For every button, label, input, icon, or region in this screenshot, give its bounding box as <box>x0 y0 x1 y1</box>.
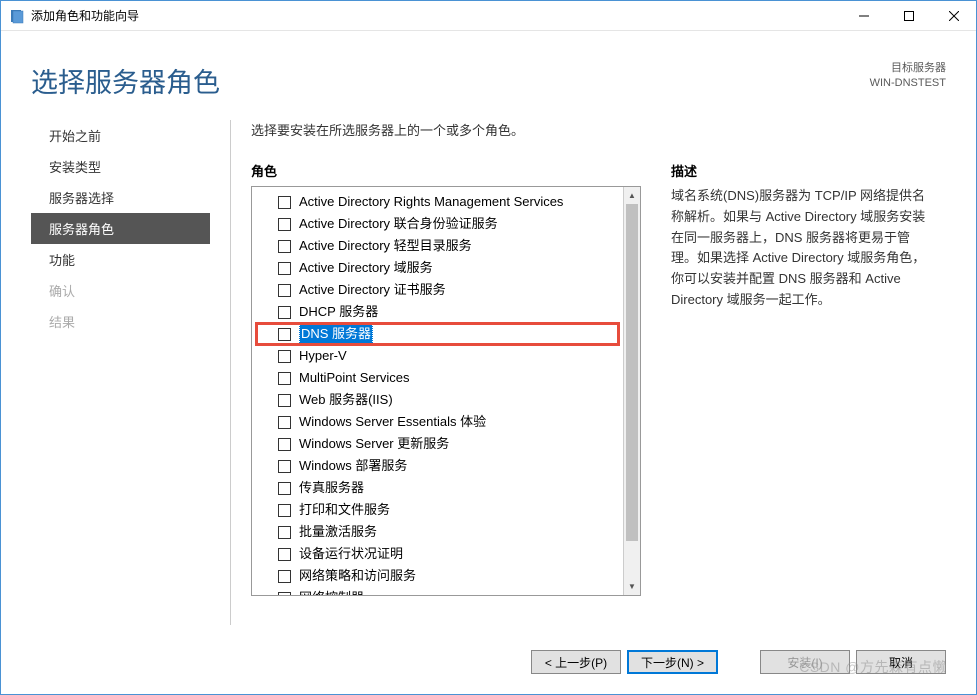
role-checkbox[interactable] <box>278 350 291 363</box>
role-checkbox[interactable] <box>278 592 291 596</box>
role-item-13[interactable]: 传真服务器 <box>256 477 619 499</box>
role-checkbox[interactable] <box>278 570 291 583</box>
role-label: DHCP 服务器 <box>299 302 378 322</box>
role-checkbox[interactable] <box>278 526 291 539</box>
window-controls <box>841 1 976 30</box>
role-item-12[interactable]: Windows 部署服务 <box>256 455 619 477</box>
role-checkbox[interactable] <box>278 482 291 495</box>
role-item-3[interactable]: Active Directory 域服务 <box>256 257 619 279</box>
sidebar-item-1[interactable]: 安装类型 <box>31 151 210 182</box>
role-item-9[interactable]: Web 服务器(IIS) <box>256 389 619 411</box>
role-checkbox[interactable] <box>278 240 291 253</box>
role-checkbox[interactable] <box>278 284 291 297</box>
minimize-button[interactable] <box>841 1 886 30</box>
titlebar: 添加角色和功能向导 <box>1 1 976 31</box>
app-icon <box>9 8 25 24</box>
target-label: 目标服务器 <box>870 61 946 76</box>
role-label: Windows 部署服务 <box>299 456 407 476</box>
description-panel: 描述 域名系统(DNS)服务器为 TCP/IP 网络提供名称解析。如果与 Act… <box>641 161 926 625</box>
role-label: 传真服务器 <box>299 478 364 498</box>
role-item-5[interactable]: DHCP 服务器 <box>256 301 619 323</box>
window-title: 添加角色和功能向导 <box>31 7 841 24</box>
content-area: 选择服务器角色 目标服务器 WIN-DNSTEST 开始之前安装类型服务器选择服… <box>1 31 976 694</box>
center-panel: 选择要安装在所选服务器上的一个或多个角色。 角色 Active Director… <box>231 120 946 625</box>
role-label: Active Directory 轻型目录服务 <box>299 236 472 256</box>
sidebar-item-4[interactable]: 功能 <box>31 244 210 275</box>
next-button[interactable]: 下一步(N) > <box>627 650 718 674</box>
role-item-10[interactable]: Windows Server Essentials 体验 <box>256 411 619 433</box>
role-label: 网络控制器 <box>299 588 364 595</box>
role-checkbox[interactable] <box>278 460 291 473</box>
scroll-down-icon[interactable]: ▼ <box>624 578 640 595</box>
roles-scroll-area[interactable]: Active Directory Rights Management Servi… <box>252 187 623 595</box>
role-label: 打印和文件服务 <box>299 500 390 520</box>
target-info: 目标服务器 WIN-DNSTEST <box>870 61 946 92</box>
role-checkbox[interactable] <box>278 372 291 385</box>
description-text: 域名系统(DNS)服务器为 TCP/IP 网络提供名称解析。如果与 Active… <box>671 186 926 311</box>
role-checkbox[interactable] <box>278 416 291 429</box>
sidebar-item-6: 结果 <box>31 306 210 337</box>
role-label: Active Directory Rights Management Servi… <box>299 192 563 212</box>
role-checkbox[interactable] <box>278 328 291 341</box>
maximize-button[interactable] <box>886 1 931 30</box>
sidebar-item-0[interactable]: 开始之前 <box>31 120 210 151</box>
role-item-6[interactable]: DNS 服务器 <box>256 323 619 345</box>
roles-container: 角色 Active Directory Rights Management Se… <box>251 161 926 625</box>
role-label: MultiPoint Services <box>299 368 410 388</box>
role-item-16[interactable]: 设备运行状况证明 <box>256 543 619 565</box>
role-item-18[interactable]: 网络控制器 <box>256 587 619 595</box>
role-item-17[interactable]: 网络策略和访问服务 <box>256 565 619 587</box>
header-row: 选择服务器角色 目标服务器 WIN-DNSTEST <box>1 31 976 120</box>
sidebar-item-3[interactable]: 服务器角色 <box>31 213 210 244</box>
role-label: Active Directory 联合身份验证服务 <box>299 214 498 234</box>
sidebar-item-2[interactable]: 服务器选择 <box>31 182 210 213</box>
install-button[interactable]: 安装(I) <box>760 650 850 674</box>
roles-label: 角色 <box>251 161 641 180</box>
role-checkbox[interactable] <box>278 504 291 517</box>
wizard-window: 添加角色和功能向导 选择服务器角色 目标服务器 WIN-DNSTEST 开始之前… <box>0 0 977 695</box>
roles-list: Active Directory Rights Management Servi… <box>251 186 641 596</box>
role-label: 设备运行状况证明 <box>299 544 403 564</box>
close-button[interactable] <box>931 1 976 30</box>
description-label: 描述 <box>671 161 926 180</box>
role-item-8[interactable]: MultiPoint Services <box>256 367 619 389</box>
sidebar-item-5: 确认 <box>31 275 210 306</box>
role-label: Web 服务器(IIS) <box>299 390 393 410</box>
role-label: Windows Server 更新服务 <box>299 434 449 454</box>
page-title: 选择服务器角色 <box>31 61 870 100</box>
wizard-sidebar: 开始之前安装类型服务器选择服务器角色功能确认结果 <box>31 120 231 625</box>
role-checkbox[interactable] <box>278 438 291 451</box>
scroll-up-icon[interactable]: ▲ <box>624 187 640 204</box>
role-item-0[interactable]: Active Directory Rights Management Servi… <box>256 191 619 213</box>
role-label: 网络策略和访问服务 <box>299 566 416 586</box>
role-item-1[interactable]: Active Directory 联合身份验证服务 <box>256 213 619 235</box>
role-item-11[interactable]: Windows Server 更新服务 <box>256 433 619 455</box>
role-checkbox[interactable] <box>278 548 291 561</box>
role-item-7[interactable]: Hyper-V <box>256 345 619 367</box>
role-checkbox[interactable] <box>278 196 291 209</box>
target-name: WIN-DNSTEST <box>870 76 946 91</box>
role-item-2[interactable]: Active Directory 轻型目录服务 <box>256 235 619 257</box>
role-label: Windows Server Essentials 体验 <box>299 412 486 432</box>
previous-button[interactable]: < 上一步(P) <box>531 650 621 674</box>
role-checkbox[interactable] <box>278 218 291 231</box>
main-area: 开始之前安装类型服务器选择服务器角色功能确认结果 选择要安装在所选服务器上的一个… <box>1 120 976 635</box>
scrollbar[interactable]: ▲ ▼ <box>623 187 640 595</box>
role-label: DNS 服务器 <box>299 324 373 344</box>
role-checkbox[interactable] <box>278 262 291 275</box>
role-item-4[interactable]: Active Directory 证书服务 <box>256 279 619 301</box>
role-label: 批量激活服务 <box>299 522 377 542</box>
role-item-15[interactable]: 批量激活服务 <box>256 521 619 543</box>
role-label: Active Directory 证书服务 <box>299 280 446 300</box>
role-item-14[interactable]: 打印和文件服务 <box>256 499 619 521</box>
scrollbar-thumb[interactable] <box>626 204 638 541</box>
instruction-text: 选择要安装在所选服务器上的一个或多个角色。 <box>251 120 926 139</box>
role-checkbox[interactable] <box>278 394 291 407</box>
role-label: Hyper-V <box>299 346 347 366</box>
footer: < 上一步(P) 下一步(N) > 安装(I) 取消 <box>1 635 976 694</box>
role-label: Active Directory 域服务 <box>299 258 433 278</box>
role-checkbox[interactable] <box>278 306 291 319</box>
cancel-button[interactable]: 取消 <box>856 650 946 674</box>
